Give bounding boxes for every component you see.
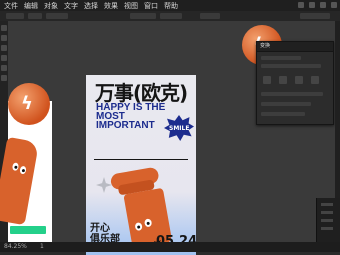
- option-field[interactable]: [160, 13, 182, 19]
- menu-edit[interactable]: 编辑: [24, 1, 38, 11]
- poster-slogan: HAPPY IS THE MOST IMPORTANT: [96, 103, 165, 131]
- distribute-icon[interactable]: [311, 76, 319, 84]
- search-icon[interactable]: [298, 2, 304, 8]
- pen-tool-icon[interactable]: [1, 45, 7, 51]
- menu-bar: 文件 编辑 对象 文字 选择 效果 视图 窗口 帮助: [4, 1, 178, 11]
- close-icon[interactable]: [331, 2, 337, 8]
- green-badge: [10, 226, 46, 234]
- option-field[interactable]: [130, 13, 156, 19]
- option-dropdown[interactable]: [46, 13, 68, 19]
- minimize-icon[interactable]: [320, 2, 326, 8]
- menu-help[interactable]: 帮助: [164, 1, 178, 11]
- canvas-area[interactable]: ϟ 万事(欧克) HAPPY IS THE MOST IMPORTANT SMI…: [0, 21, 340, 255]
- menu-object[interactable]: 对象: [44, 1, 58, 11]
- panel-row[interactable]: [261, 64, 321, 68]
- layout-icon[interactable]: [309, 2, 315, 8]
- divider-line: [94, 159, 188, 160]
- align-right-icon[interactable]: [295, 76, 303, 84]
- brush-tool-icon[interactable]: [1, 75, 7, 81]
- poster-artboard[interactable]: 万事(欧克) HAPPY IS THE MOST IMPORTANT SMILE…: [86, 75, 196, 255]
- panel-row[interactable]: [261, 92, 323, 96]
- type-tool-icon[interactable]: [1, 55, 7, 61]
- club-line: 开心: [90, 223, 110, 234]
- shape-tool-icon[interactable]: [1, 65, 7, 71]
- eye-icon: [143, 218, 153, 228]
- zoom-level[interactable]: 84.25%: [4, 242, 27, 252]
- slogan-line: IMPORTANT: [96, 120, 155, 131]
- eye-icon: [134, 222, 143, 232]
- lightning-orb-icon: ϟ: [8, 83, 50, 125]
- panel-row[interactable]: [261, 112, 305, 116]
- panel-row[interactable]: [261, 102, 311, 106]
- direct-select-tool-icon[interactable]: [1, 35, 7, 41]
- smile-badge-text: SMILE: [169, 125, 190, 132]
- option-field[interactable]: [300, 13, 330, 19]
- menu-file[interactable]: 文件: [4, 1, 18, 11]
- align-center-icon[interactable]: [279, 76, 287, 84]
- menu-window[interactable]: 窗口: [144, 1, 158, 11]
- status-bar: 84.25% 1: [0, 242, 340, 252]
- eye-icon: [11, 162, 20, 172]
- window-controls: [298, 2, 337, 8]
- option-dropdown[interactable]: [28, 13, 42, 19]
- title-bar: 文件 编辑 对象 文字 选择 效果 视图 窗口 帮助: [0, 0, 340, 11]
- properties-panel[interactable]: 变换: [256, 41, 334, 125]
- page-number[interactable]: 1: [40, 242, 44, 252]
- selection-tool-icon[interactable]: [1, 25, 7, 31]
- panel-title: 变换: [257, 42, 333, 52]
- eye-icon: [19, 165, 27, 175]
- panel-row[interactable]: [261, 56, 301, 60]
- align-left-icon[interactable]: [263, 76, 271, 84]
- menu-type[interactable]: 文字: [64, 1, 78, 11]
- menu-select[interactable]: 选择: [84, 1, 98, 11]
- menu-view[interactable]: 视图: [124, 1, 138, 11]
- cup-character-image: [0, 136, 40, 226]
- option-field[interactable]: [200, 13, 220, 19]
- menu-effect[interactable]: 效果: [104, 1, 118, 11]
- option-dropdown[interactable]: [6, 13, 24, 19]
